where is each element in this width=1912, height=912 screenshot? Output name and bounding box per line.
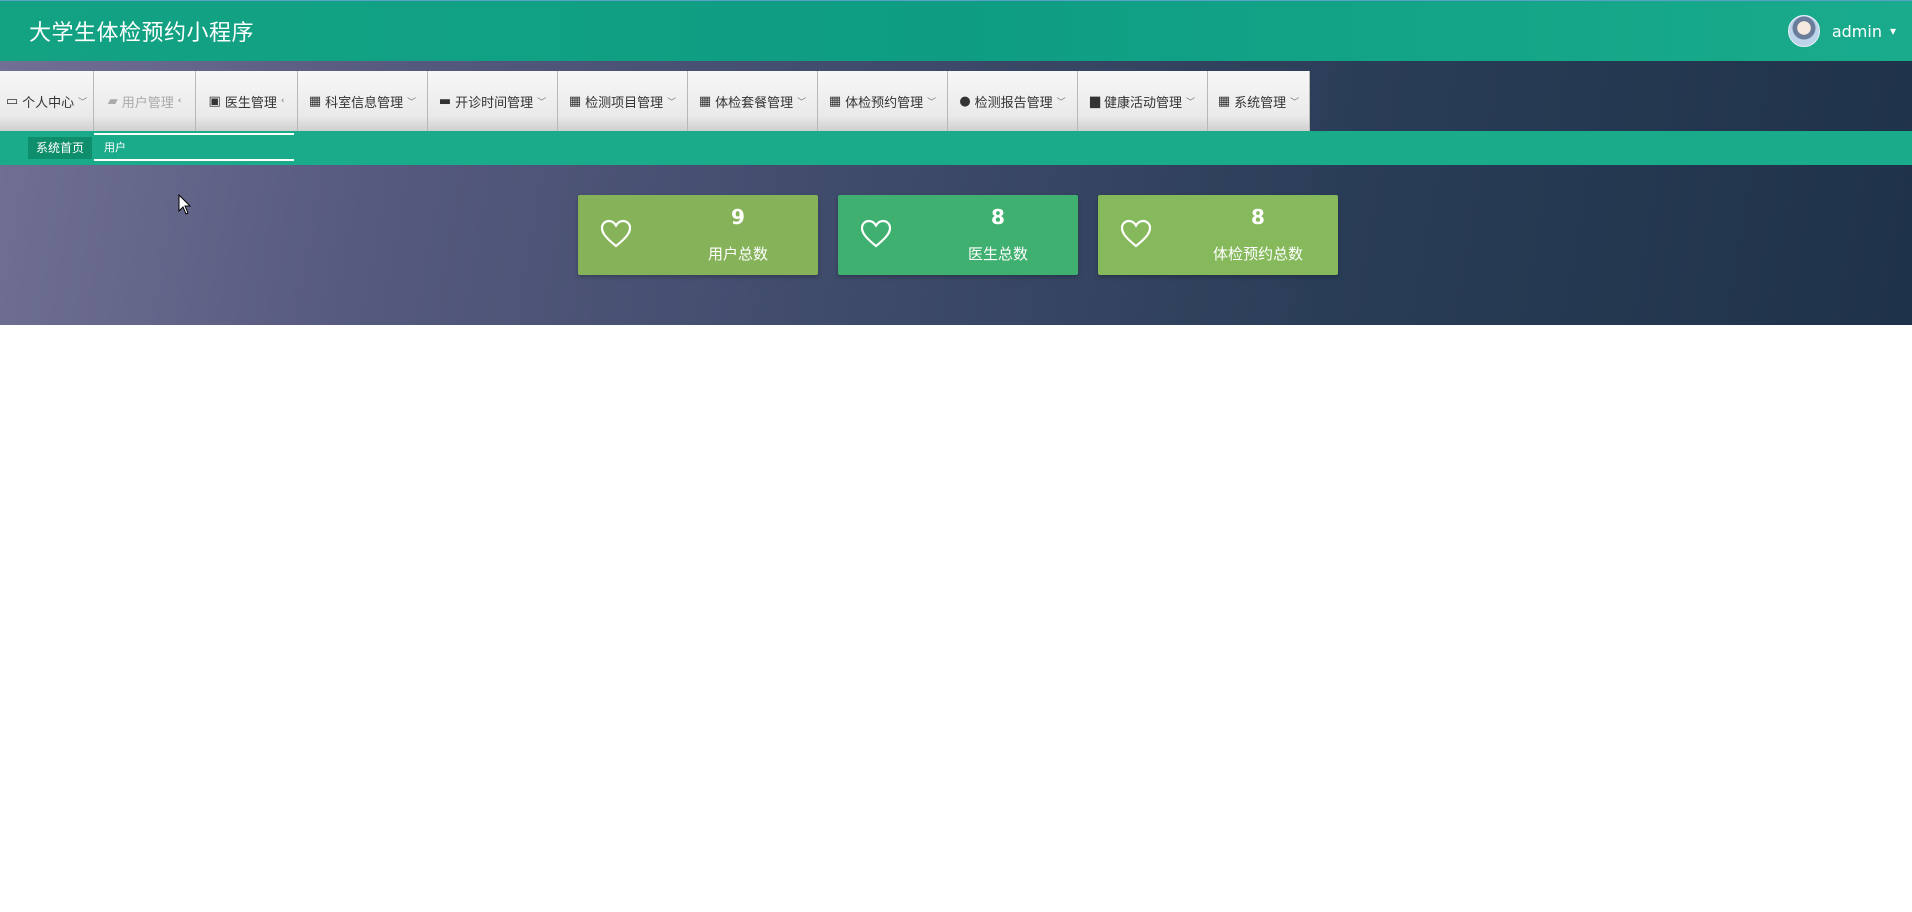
nav-item-label: 系统管理: [1234, 95, 1287, 111]
nav-item-personal-center[interactable]: ▭ 个人中心 ﹀: [0, 71, 94, 131]
nav-item-doctor-management[interactable]: ▣ 医生管理 ‹: [196, 71, 298, 131]
nav-item-label: 用户管理: [121, 95, 174, 111]
chevron-down-icon: ﹀: [1186, 97, 1196, 108]
main-nav: ▭ 个人中心 ﹀ ▰ 用户管理 ‹ ▣ 医生管理 ‹ ▦ 科室信息管理 ﹀ ▬ …: [0, 71, 1310, 131]
avatar[interactable]: [1787, 15, 1820, 47]
chevron-left-icon: ‹: [280, 96, 285, 106]
nav-item-label: 医生管理: [224, 95, 277, 111]
stat-value: 8: [1251, 205, 1265, 229]
stat-label: 体检预约总数: [1212, 245, 1303, 263]
chevron-left-icon: ‹: [177, 96, 182, 106]
chevron-down-icon: ﹀: [927, 97, 937, 108]
stat-value: 9: [731, 205, 745, 229]
mouse-cursor-icon: [178, 194, 192, 215]
username[interactable]: admin: [1832, 22, 1882, 41]
top-header: 大学生体检预约小程序 admin ▾: [0, 0, 1912, 61]
nav-item-department-management[interactable]: ▦ 科室信息管理 ﹀: [298, 71, 428, 131]
grid-icon: ▦: [308, 93, 322, 109]
stat-card-doctors: 8 医生总数: [838, 195, 1078, 275]
nav-item-label: 体检预约管理: [845, 95, 924, 111]
nav-item-appointment-management[interactable]: ▦ 体检预约管理 ﹀: [818, 71, 948, 131]
breadcrumb-home[interactable]: 系统首页: [28, 137, 93, 159]
nav-item-label: 健康活动管理: [1103, 95, 1182, 111]
stats-row: 9 用户总数 8 医生总数 8 体检预约总数: [578, 195, 1338, 275]
nav-item-label: 个人中心: [22, 95, 75, 111]
nav-item-system-management[interactable]: ▦ 系统管理 ﹀: [1208, 71, 1310, 131]
nav-item-label: 科室信息管理: [325, 95, 404, 111]
inbox-icon: ▆: [1089, 93, 1100, 109]
id-card-icon: ▭: [5, 93, 19, 109]
stat-label: 医生总数: [967, 245, 1028, 263]
chat-icon: ▰: [107, 93, 118, 109]
stat-card-appointments: 8 体检预约总数: [1098, 195, 1338, 275]
breadcrumb-active-tab[interactable]: 用户: [94, 133, 294, 161]
clipboard-icon: ▣: [208, 93, 221, 109]
heart-icon: [1120, 219, 1152, 248]
nav-item-label: 开诊时间管理: [455, 95, 534, 111]
nav-item-clinic-time-management[interactable]: ▬ 开诊时间管理 ﹀: [428, 71, 558, 131]
chevron-down-icon[interactable]: ▾: [1890, 24, 1896, 38]
grid-icon: ▦: [698, 93, 712, 109]
user-menu[interactable]: admin ▾: [1787, 15, 1896, 47]
heart-icon: [860, 219, 892, 248]
grid-icon: ▦: [1217, 93, 1231, 109]
nav-item-report-management[interactable]: ● 检测报告管理 ﹀: [948, 71, 1078, 131]
nav-item-label: 体检套餐管理: [715, 95, 794, 111]
stat-label: 用户总数: [707, 245, 768, 263]
grid-icon: ▦: [828, 93, 842, 109]
nav-item-package-management[interactable]: ▦ 体检套餐管理 ﹀: [688, 71, 818, 131]
nav-item-health-activity-management[interactable]: ▆ 健康活动管理 ﹀: [1078, 71, 1208, 131]
nav-item-label: 检测项目管理: [585, 95, 664, 111]
nav-item-test-item-management[interactable]: ▦ 检测项目管理 ﹀: [558, 71, 688, 131]
chevron-down-icon: ﹀: [78, 97, 88, 108]
chevron-down-icon: ﹀: [797, 97, 807, 108]
grid-icon: ▦: [568, 93, 582, 109]
nav-item-user-management[interactable]: ▰ 用户管理 ‹: [94, 71, 196, 131]
stat-value: 8: [991, 205, 1005, 229]
chevron-down-icon: ﹀: [407, 97, 417, 108]
chevron-down-icon: ﹀: [537, 97, 547, 108]
breadcrumb: 系统首页 用户: [0, 131, 1912, 165]
chevron-down-icon: ﹀: [1056, 97, 1066, 108]
heart-icon: [600, 219, 632, 248]
nav-item-label: 检测报告管理: [974, 95, 1053, 111]
chevron-down-icon: ﹀: [1290, 97, 1300, 108]
comment-icon: ▬: [438, 93, 452, 109]
stat-card-users: 9 用户总数: [578, 195, 818, 275]
user-icon: ●: [959, 93, 971, 109]
chevron-down-icon: ﹀: [667, 97, 677, 108]
app-title: 大学生体检预约小程序: [29, 21, 255, 46]
